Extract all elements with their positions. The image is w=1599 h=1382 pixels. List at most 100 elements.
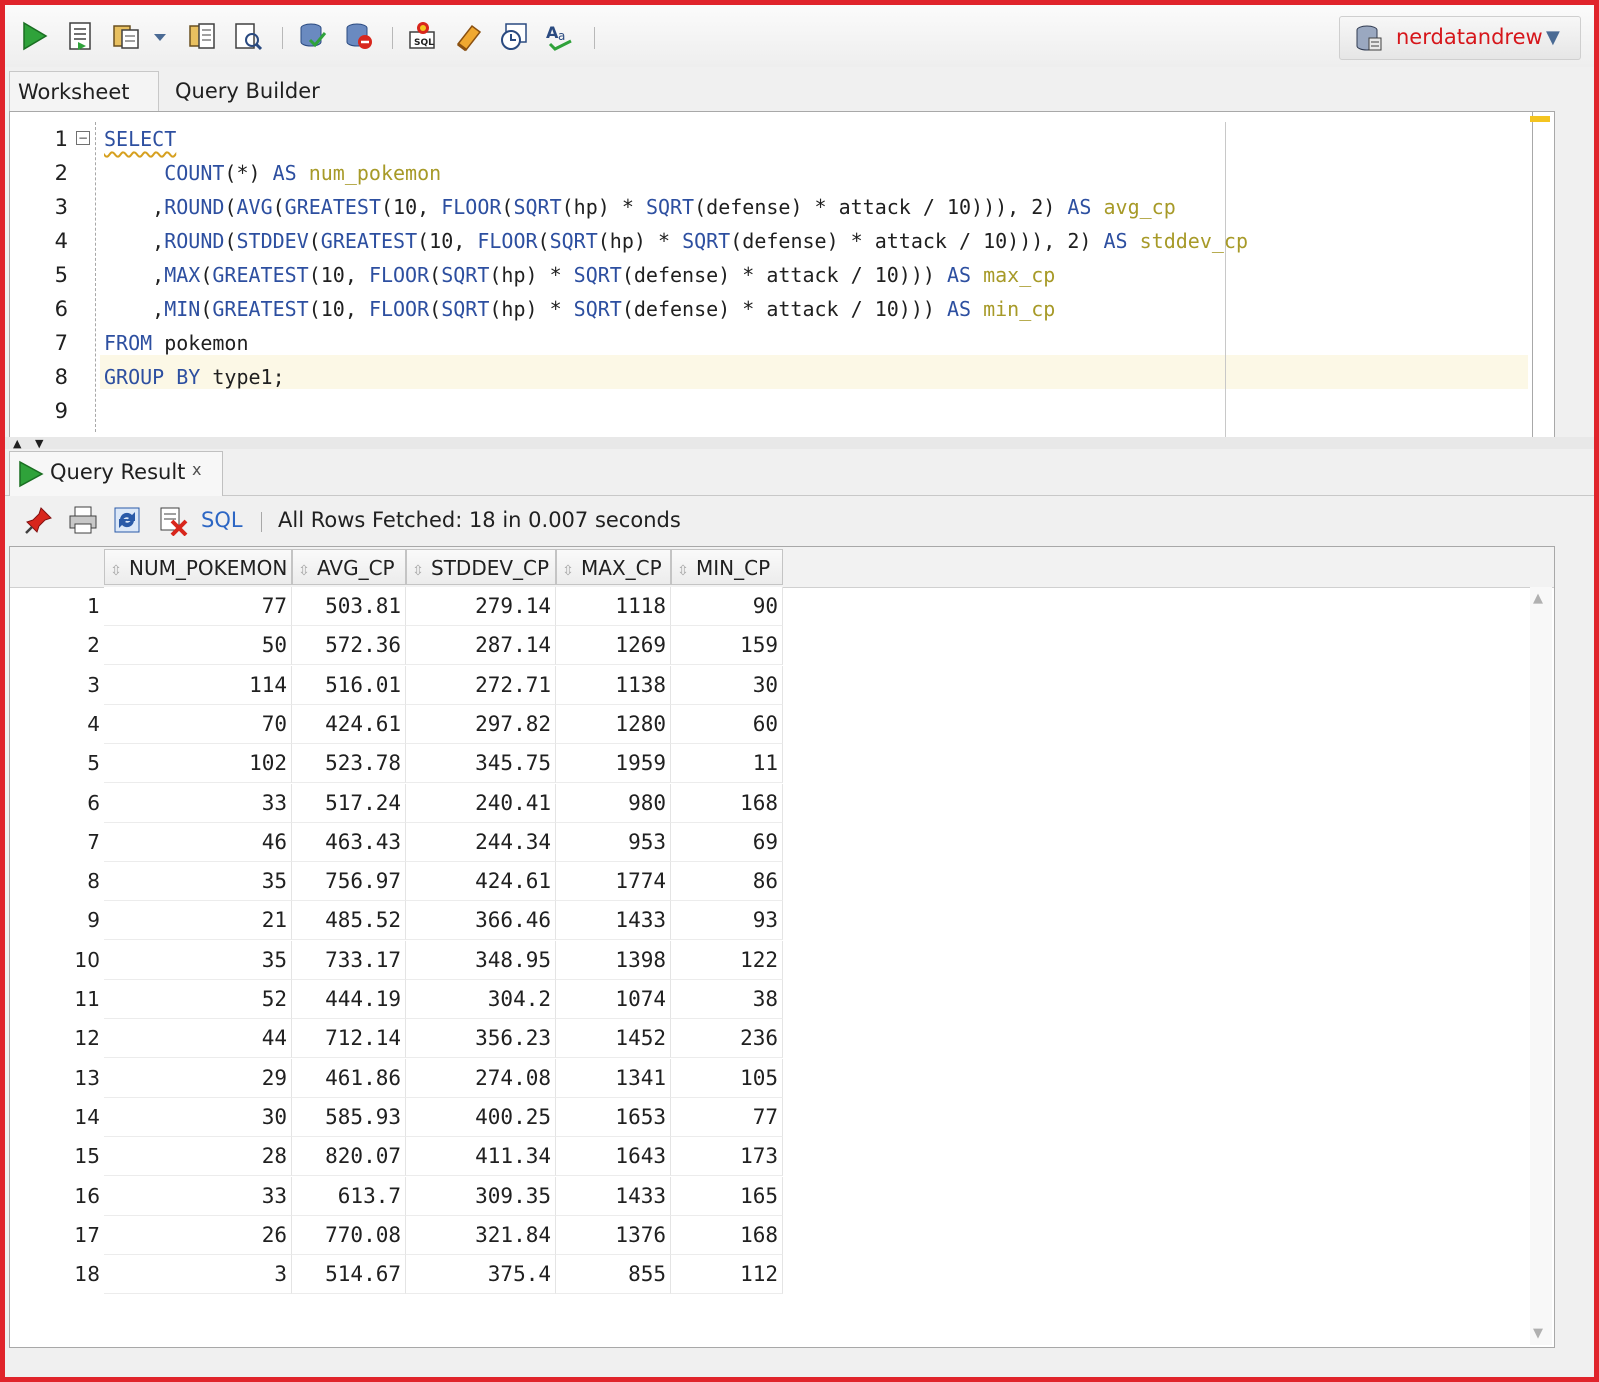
- table-cell[interactable]: 33: [104, 783, 292, 823]
- table-cell[interactable]: 38: [671, 980, 783, 1019]
- sql-link[interactable]: SQL: [201, 508, 243, 532]
- table-cell[interactable]: 35: [104, 862, 292, 902]
- table-cell[interactable]: 321.84: [406, 1215, 556, 1255]
- column-header-max-cp[interactable]: ⇳ MAX_CP: [556, 549, 671, 585]
- row-number[interactable]: 18: [10, 1255, 100, 1294]
- table-cell[interactable]: 1269: [556, 626, 671, 666]
- table-cell[interactable]: 1138: [556, 665, 671, 705]
- table-cell[interactable]: 112: [671, 1255, 783, 1295]
- sort-icon[interactable]: ⇳: [676, 553, 690, 589]
- table-cell[interactable]: 855: [556, 1255, 671, 1295]
- row-number[interactable]: 13: [10, 1059, 100, 1098]
- table-row[interactable]: 8 35 756.97 424.61 1774 86: [10, 862, 1554, 902]
- fold-toggle-icon[interactable]: −: [76, 131, 90, 145]
- tab-query-builder[interactable]: Query Builder: [175, 71, 375, 111]
- column-header-stddev-cp[interactable]: ⇳ STDDEV_CP: [406, 549, 556, 585]
- table-row[interactable]: 16 33 613.7 309.35 1433 165: [10, 1176, 1554, 1216]
- table-cell[interactable]: 523.78: [292, 744, 406, 784]
- row-number[interactable]: 8: [10, 862, 100, 901]
- table-row[interactable]: 7 46 463.43 244.34 953 69: [10, 822, 1554, 862]
- table-cell[interactable]: 820.07: [292, 1137, 406, 1177]
- table-cell[interactable]: 1643: [556, 1137, 671, 1177]
- autotrace-icon[interactable]: [109, 19, 143, 53]
- warning-marker[interactable]: [1530, 116, 1550, 122]
- table-cell[interactable]: 514.67: [292, 1255, 406, 1295]
- column-header-avg-cp[interactable]: ⇳ AVG_CP: [292, 549, 406, 585]
- row-number[interactable]: 11: [10, 980, 100, 1019]
- table-cell[interactable]: 516.01: [292, 665, 406, 705]
- table-cell[interactable]: 93: [671, 901, 783, 941]
- table-cell[interactable]: 1452: [556, 1019, 671, 1059]
- row-number[interactable]: 4: [10, 705, 100, 744]
- table-row[interactable]: 14 30 585.93 400.25 1653 77: [10, 1097, 1554, 1137]
- table-row[interactable]: 12 44 712.14 356.23 1452 236: [10, 1019, 1554, 1059]
- table-cell[interactable]: 733.17: [292, 940, 406, 980]
- table-row[interactable]: 13 29 461.86 274.08 1341 105: [10, 1058, 1554, 1098]
- table-row[interactable]: 9 21 485.52 366.46 1433 93: [10, 901, 1554, 941]
- panel-splitter[interactable]: ▲ ▼: [5, 437, 1594, 450]
- table-cell[interactable]: 712.14: [292, 1019, 406, 1059]
- table-row[interactable]: 4 70 424.61 297.82 1280 60: [10, 704, 1554, 744]
- table-cell[interactable]: 1398: [556, 940, 671, 980]
- table-cell[interactable]: 953: [556, 822, 671, 862]
- table-cell[interactable]: 1653: [556, 1097, 671, 1137]
- table-cell[interactable]: 105: [671, 1058, 783, 1098]
- row-number[interactable]: 16: [10, 1177, 100, 1216]
- table-cell[interactable]: 297.82: [406, 704, 556, 744]
- chevron-down-icon[interactable]: ▼: [1546, 27, 1560, 48]
- table-cell[interactable]: 114: [104, 665, 292, 705]
- print-icon[interactable]: [67, 504, 101, 538]
- column-header-num-pokemon[interactable]: ⇳ NUM_POKEMON: [104, 549, 292, 585]
- table-row[interactable]: 18 3 514.67 375.4 855 112: [10, 1255, 1554, 1295]
- table-cell[interactable]: 86: [671, 862, 783, 902]
- table-cell[interactable]: 1433: [556, 1176, 671, 1216]
- table-cell[interactable]: 3: [104, 1255, 292, 1295]
- table-cell[interactable]: 168: [671, 1215, 783, 1255]
- refresh-icon[interactable]: [111, 504, 145, 538]
- row-number[interactable]: 5: [10, 744, 100, 783]
- table-cell[interactable]: 46: [104, 822, 292, 862]
- table-cell[interactable]: 70: [104, 704, 292, 744]
- table-cell[interactable]: 375.4: [406, 1255, 556, 1295]
- sql-worksheet-icon[interactable]: SQL: [405, 19, 439, 53]
- table-row[interactable]: 2 50 572.36 287.14 1269 159: [10, 626, 1554, 666]
- table-cell[interactable]: 244.34: [406, 822, 556, 862]
- table-cell[interactable]: 240.41: [406, 783, 556, 823]
- table-cell[interactable]: 348.95: [406, 940, 556, 980]
- tab-query-result[interactable]: Query Result x: [9, 451, 223, 496]
- table-cell[interactable]: 1774: [556, 862, 671, 902]
- table-cell[interactable]: 572.36: [292, 626, 406, 666]
- scroll-up-icon[interactable]: ▲: [1533, 591, 1543, 606]
- row-number[interactable]: 7: [10, 823, 100, 862]
- row-number[interactable]: 2: [10, 626, 100, 665]
- clear-icon[interactable]: [451, 19, 485, 53]
- table-row[interactable]: 10 35 733.17 348.95 1398 122: [10, 940, 1554, 980]
- table-cell[interactable]: 756.97: [292, 862, 406, 902]
- table-row[interactable]: 5 102 523.78 345.75 1959 11: [10, 744, 1554, 784]
- row-number[interactable]: 1: [10, 587, 100, 626]
- table-cell[interactable]: 1280: [556, 704, 671, 744]
- table-cell[interactable]: 33: [104, 1176, 292, 1216]
- table-cell[interactable]: 168: [671, 783, 783, 823]
- table-cell[interactable]: 69: [671, 822, 783, 862]
- table-cell[interactable]: 400.25: [406, 1097, 556, 1137]
- table-cell[interactable]: 35: [104, 940, 292, 980]
- table-cell[interactable]: 1376: [556, 1215, 671, 1255]
- table-cell[interactable]: 304.2: [406, 980, 556, 1019]
- row-number[interactable]: 12: [10, 1019, 100, 1058]
- table-cell[interactable]: 165: [671, 1176, 783, 1216]
- table-cell[interactable]: 26: [104, 1215, 292, 1255]
- table-cell[interactable]: 613.7: [292, 1176, 406, 1216]
- dropdown-icon[interactable]: [149, 19, 171, 53]
- tab-worksheet[interactable]: Worksheet: [9, 71, 159, 111]
- explain-plan-icon[interactable]: [185, 19, 219, 53]
- grid-scrollbar[interactable]: ▲ ▼: [1530, 587, 1552, 1345]
- table-cell[interactable]: 29: [104, 1058, 292, 1098]
- table-cell[interactable]: 287.14: [406, 626, 556, 666]
- table-cell[interactable]: 503.81: [292, 587, 406, 626]
- table-cell[interactable]: 585.93: [292, 1097, 406, 1137]
- table-cell[interactable]: 50: [104, 626, 292, 666]
- table-cell[interactable]: 173: [671, 1137, 783, 1177]
- table-cell[interactable]: 60: [671, 704, 783, 744]
- table-cell[interactable]: 356.23: [406, 1019, 556, 1059]
